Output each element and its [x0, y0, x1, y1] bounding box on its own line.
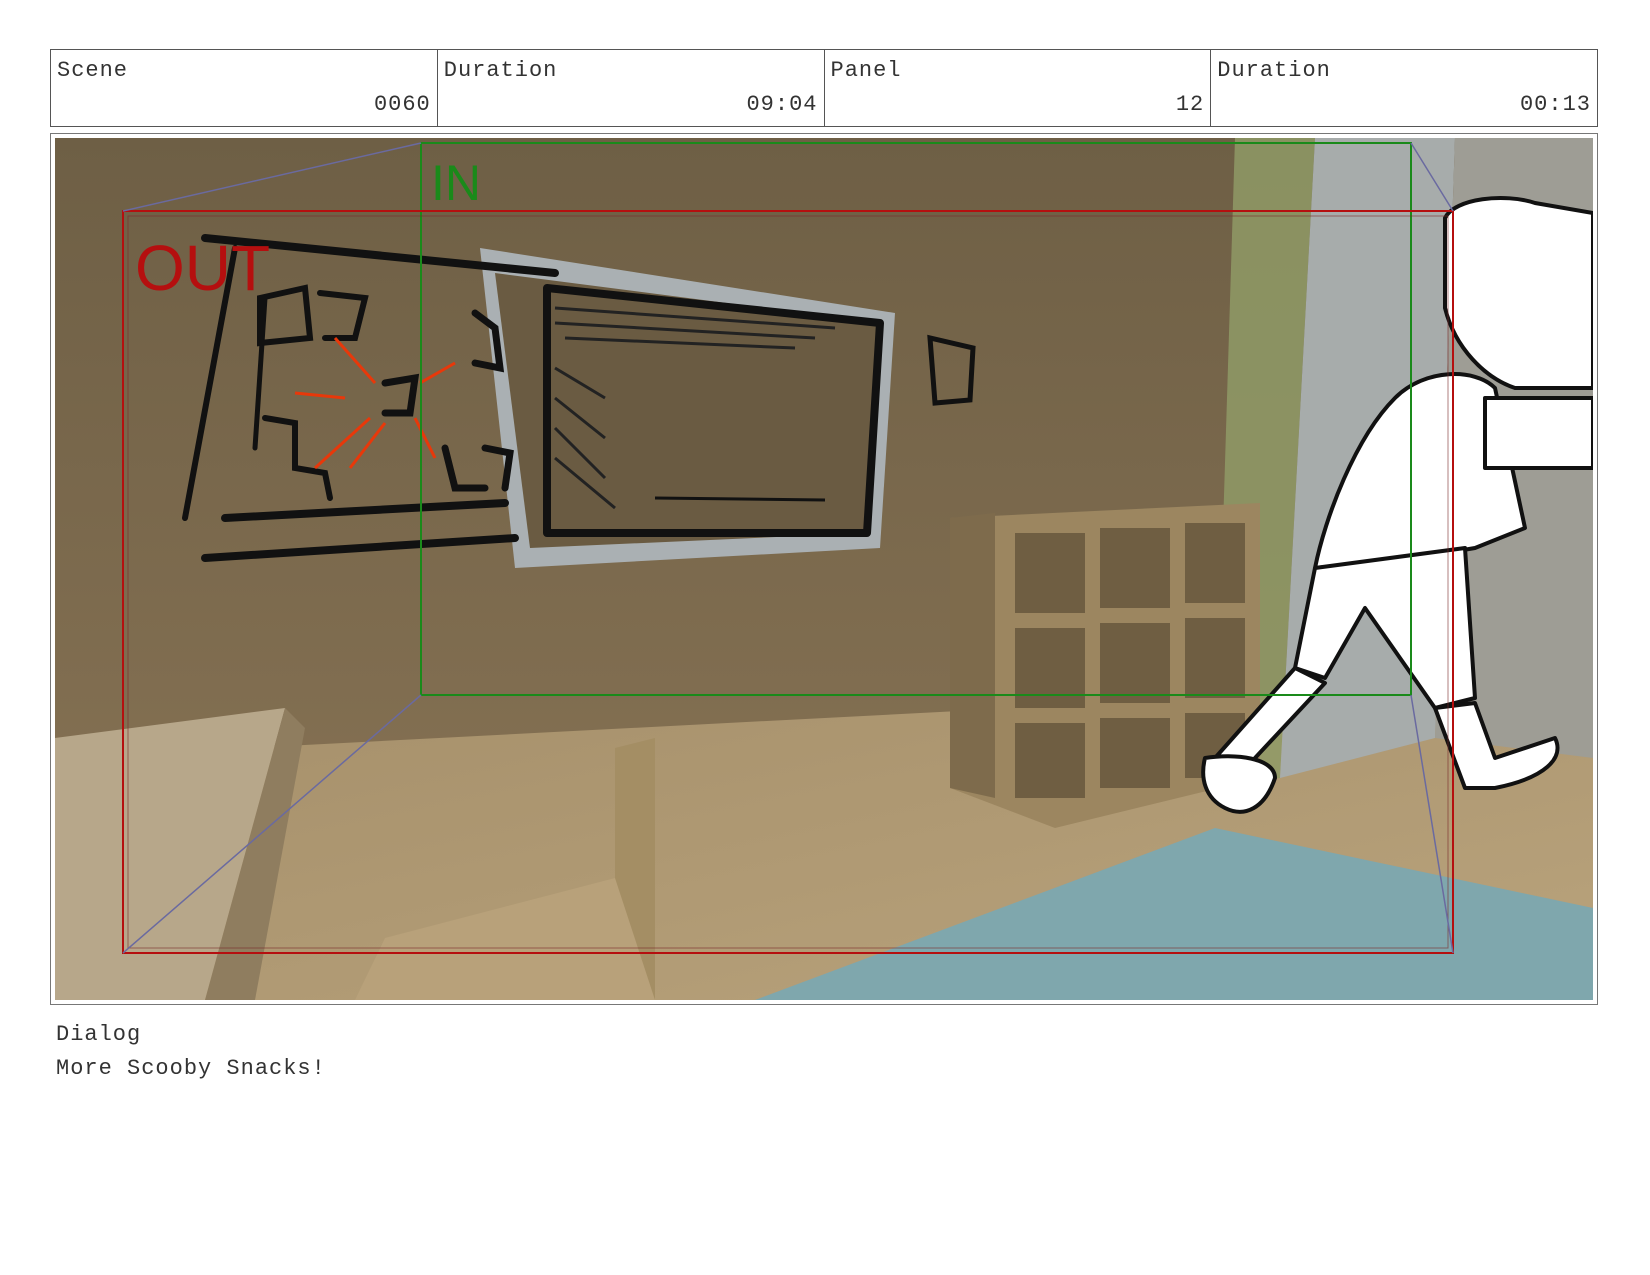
dialog-text[interactable]: More Scooby Snacks!: [56, 1052, 326, 1086]
panel-duration-cell: Duration 00:13: [1211, 50, 1597, 126]
dialog-section: Dialog More Scooby Snacks!: [56, 1018, 326, 1086]
scene-duration-value[interactable]: 09:04: [746, 92, 817, 117]
panel-label: Panel: [830, 58, 902, 83]
scene-duration-cell: Duration 09:04: [438, 50, 825, 126]
scene-cell: Scene 0060: [51, 50, 438, 126]
storyboard-frame: IN OUT: [50, 133, 1598, 1005]
panel-cell: Panel 12: [825, 50, 1212, 126]
in-label: IN: [431, 155, 481, 211]
panel-value[interactable]: 12: [1176, 92, 1204, 117]
panel-duration-label: Duration: [1217, 58, 1331, 83]
storyboard-image[interactable]: IN OUT: [55, 138, 1593, 1000]
panel-header: Scene 0060 Duration 09:04 Panel 12 Durat…: [50, 49, 1598, 127]
scene-duration-label: Duration: [443, 58, 558, 83]
scene-illustration: IN OUT: [55, 138, 1593, 1000]
scene-label: Scene: [57, 58, 129, 83]
scene-value[interactable]: 0060: [374, 92, 431, 117]
dialog-label: Dialog: [56, 1022, 142, 1047]
out-label: OUT: [135, 232, 270, 304]
panel-duration-value[interactable]: 00:13: [1520, 92, 1591, 117]
